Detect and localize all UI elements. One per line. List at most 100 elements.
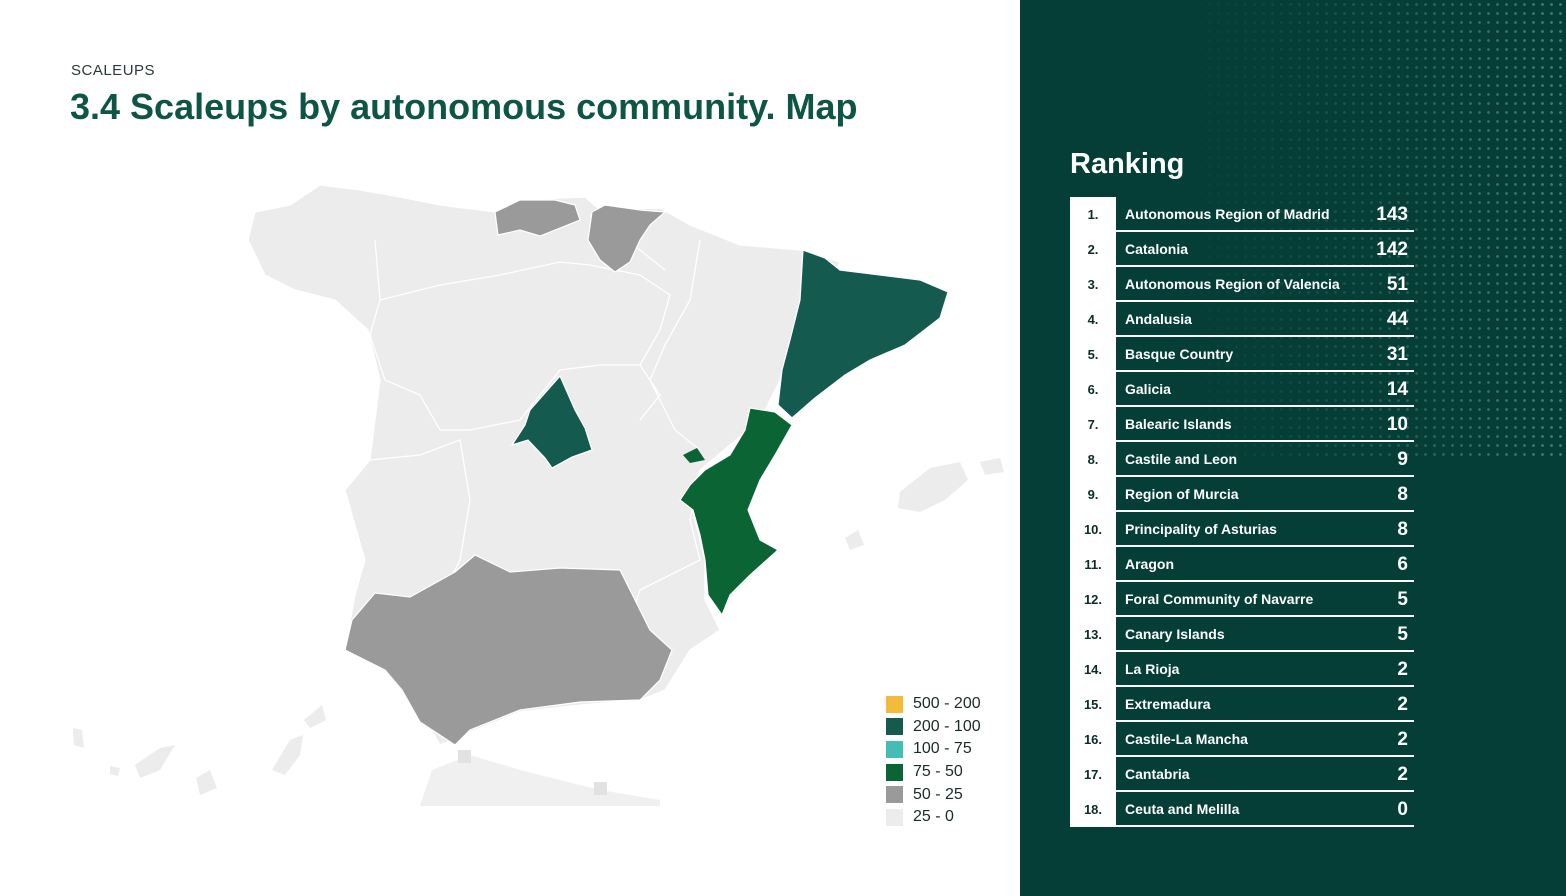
ranking-region-name: Balearic Islands bbox=[1125, 416, 1232, 432]
ranking-position: 17. bbox=[1070, 757, 1116, 792]
ranking-position: 11. bbox=[1070, 547, 1116, 582]
region-catalonia bbox=[777, 249, 949, 419]
ranking-value: 142 bbox=[1376, 239, 1408, 260]
north-africa-strip bbox=[420, 755, 660, 806]
legend-swatch bbox=[886, 718, 903, 736]
ranking-position: 12. bbox=[1070, 582, 1116, 617]
region-balearic-mallorca bbox=[898, 462, 968, 512]
region-balearic-ibiza bbox=[845, 530, 864, 550]
ranking-panel: Ranking 1. Autonomous Region of Madrid 143… bbox=[1020, 0, 1566, 896]
legend-swatch bbox=[886, 763, 903, 781]
region-balearic-menorca bbox=[980, 458, 1004, 475]
legend-label: 200 - 100 bbox=[913, 717, 981, 735]
ranking-value: 10 bbox=[1386, 414, 1408, 435]
ranking-value: 5 bbox=[1397, 624, 1408, 645]
region-ceuta bbox=[458, 750, 471, 763]
ranking-row: 1. Autonomous Region of Madrid 143 bbox=[1070, 197, 1414, 232]
ranking-region-name: Extremadura bbox=[1125, 696, 1211, 712]
ranking-value: 6 bbox=[1397, 554, 1408, 575]
ranking-region-name: Autonomous Region of Madrid bbox=[1125, 206, 1330, 222]
ranking-row: 7. Balearic Islands 10 bbox=[1070, 407, 1414, 442]
legend-item: 200 - 100 bbox=[886, 716, 981, 739]
ranking-region-name: Basque Country bbox=[1125, 346, 1234, 362]
legend-swatch bbox=[886, 695, 903, 713]
ranking-region-name: Ceuta and Melilla bbox=[1125, 801, 1240, 817]
legend-item: 25 - 0 bbox=[886, 806, 981, 829]
ranking-row: 5. Basque Country 31 bbox=[1070, 337, 1414, 372]
ranking-region-name: Principality of Asturias bbox=[1125, 521, 1277, 537]
ranking-position: 7. bbox=[1070, 407, 1116, 442]
ranking-row: 18. Ceuta and Melilla 0 bbox=[1070, 792, 1414, 827]
region-canary-islands bbox=[73, 705, 326, 795]
ranking-region-name: Foral Community of Navarre bbox=[1125, 591, 1314, 607]
ranking-position: 14. bbox=[1070, 652, 1116, 687]
legend-label: 100 - 75 bbox=[913, 740, 972, 758]
ranking-region-name: Canary Islands bbox=[1125, 626, 1225, 642]
spain-choropleth-map bbox=[73, 184, 1004, 806]
ranking-table: 1. Autonomous Region of Madrid 143 2. Catalo… bbox=[1070, 197, 1414, 827]
ranking-row: 14. La Rioja 2 bbox=[1070, 652, 1414, 687]
map-section: SCALEUPS 3.4 Scaleups by autonomous comm… bbox=[0, 0, 1020, 896]
region-melilla bbox=[594, 782, 607, 795]
ranking-position: 13. bbox=[1070, 617, 1116, 652]
ranking-position: 15. bbox=[1070, 687, 1116, 722]
ranking-value: 51 bbox=[1386, 274, 1408, 295]
legend-label: 50 - 25 bbox=[913, 785, 963, 803]
ranking-value: 2 bbox=[1397, 694, 1408, 715]
ranking-row: 9. Region of Murcia 8 bbox=[1070, 477, 1414, 512]
ranking-title: Ranking bbox=[1070, 148, 1185, 180]
ranking-region-name: Catalonia bbox=[1125, 241, 1189, 257]
ranking-value: 0 bbox=[1397, 799, 1408, 820]
ranking-row: 3. Autonomous Region of Valencia 51 bbox=[1070, 267, 1414, 302]
ranking-value: 8 bbox=[1397, 519, 1408, 540]
ranking-position: 16. bbox=[1070, 722, 1116, 757]
ranking-region-name: Autonomous Region of Valencia bbox=[1125, 276, 1340, 292]
ranking-position: 2. bbox=[1070, 232, 1116, 267]
ranking-row: 6. Galicia 14 bbox=[1070, 372, 1414, 407]
ranking-row: 16. Castile-La Mancha 2 bbox=[1070, 722, 1414, 757]
ranking-value: 31 bbox=[1386, 344, 1408, 365]
ranking-region-name: Galicia bbox=[1125, 381, 1171, 397]
ranking-row: 11. Aragon 6 bbox=[1070, 547, 1414, 582]
ranking-region-name: Cantabria bbox=[1125, 766, 1190, 782]
ranking-region-name: Castile and Leon bbox=[1125, 451, 1238, 467]
ranking-region-name: Region of Murcia bbox=[1125, 486, 1239, 502]
ranking-value: 44 bbox=[1386, 309, 1408, 330]
ranking-position: 3. bbox=[1070, 267, 1116, 302]
legend-swatch bbox=[886, 740, 903, 758]
ranking-row: 13. Canary Islands 5 bbox=[1070, 617, 1414, 652]
legend-item: 75 - 50 bbox=[886, 761, 981, 784]
legend-swatch bbox=[886, 786, 903, 804]
ranking-position: 6. bbox=[1070, 372, 1116, 407]
ranking-row-divider bbox=[1116, 825, 1414, 827]
legend-item: 100 - 75 bbox=[886, 738, 981, 761]
ranking-value: 9 bbox=[1397, 449, 1408, 470]
ranking-position: 9. bbox=[1070, 477, 1116, 512]
ranking-region-name: Aragon bbox=[1125, 556, 1174, 572]
ranking-row: 4. Andalusia 44 bbox=[1070, 302, 1414, 337]
ranking-value: 143 bbox=[1376, 204, 1408, 225]
legend-item: 500 - 200 bbox=[886, 693, 981, 716]
legend-label: 75 - 50 bbox=[913, 763, 963, 781]
ranking-row: 2. Catalonia 142 bbox=[1070, 232, 1414, 267]
legend-item: 50 - 25 bbox=[886, 783, 981, 806]
ranking-region-name: Castile-La Mancha bbox=[1125, 731, 1248, 747]
ranking-value: 5 bbox=[1397, 589, 1408, 610]
ranking-position: 4. bbox=[1070, 302, 1116, 337]
ranking-row: 10. Principality of Asturias 8 bbox=[1070, 512, 1414, 547]
legend-label: 25 - 0 bbox=[913, 808, 954, 826]
ranking-row: 17. Cantabria 2 bbox=[1070, 757, 1414, 792]
ranking-region-name: La Rioja bbox=[1125, 661, 1180, 677]
ranking-value: 2 bbox=[1397, 764, 1408, 785]
ranking-position: 8. bbox=[1070, 442, 1116, 477]
ranking-value: 14 bbox=[1386, 379, 1408, 400]
ranking-position: 1. bbox=[1070, 197, 1116, 232]
legend-swatch bbox=[886, 808, 903, 826]
ranking-position: 10. bbox=[1070, 512, 1116, 547]
ranking-value: 8 bbox=[1397, 484, 1408, 505]
ranking-value: 2 bbox=[1397, 659, 1408, 680]
ranking-row: 8. Castile and Leon 9 bbox=[1070, 442, 1414, 477]
ranking-value: 2 bbox=[1397, 729, 1408, 750]
ranking-position: 18. bbox=[1070, 792, 1116, 827]
legend-label: 500 - 200 bbox=[913, 695, 981, 713]
